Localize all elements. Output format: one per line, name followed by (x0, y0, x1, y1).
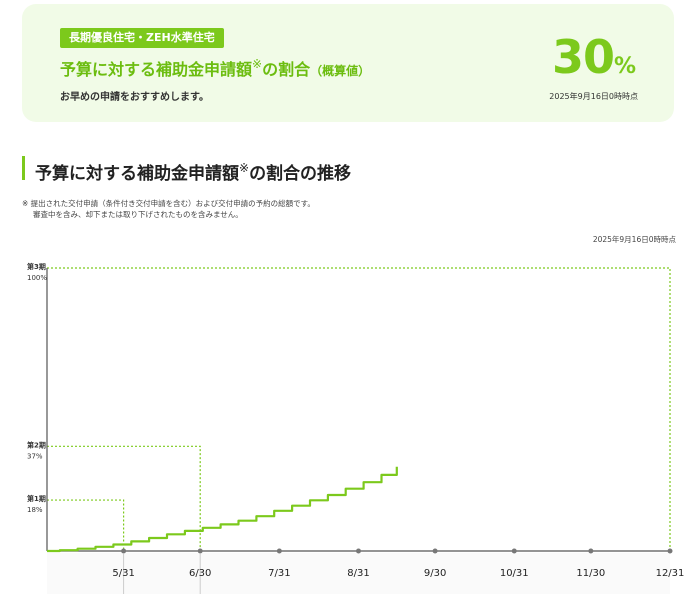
phase-percent-1: 18% (27, 506, 43, 514)
phase-percent-3: 100% (27, 274, 47, 282)
x-tick-label-7: 11/30 (576, 568, 605, 579)
x-tick-dot-3 (276, 548, 282, 554)
phase-label-3: 第3期 (27, 262, 46, 271)
x-tick-dot-1 (121, 548, 127, 554)
phase-label-2: 第2期 (27, 440, 46, 449)
x-tick-dot-2 (197, 548, 203, 554)
x-tick-dot-7 (588, 548, 594, 554)
series-line-1 (47, 466, 398, 553)
x-tick-label-3: 7/31 (268, 568, 290, 579)
phase-boundary-3 (47, 267, 671, 551)
phase-percent-2: 37% (27, 452, 43, 460)
x-tick-dot-5 (432, 548, 438, 554)
phase-boundary-1 (47, 499, 125, 551)
x-tick-label-2: 6/30 (189, 568, 211, 579)
x-tick-label-6: 10/31 (500, 568, 529, 579)
x-tick-label-5: 9/30 (424, 568, 446, 579)
phase-label-1: 第1期 (27, 494, 46, 503)
x-tick-dot-6 (511, 548, 517, 554)
x-tick-dot-8 (667, 548, 673, 554)
progress-chart: 第1期 18% 第2期 37% 第3期 100% 5/31 6/30 7/31 8/31 9/30 1… (27, 262, 685, 594)
x-tick-label-8: 12/31 (656, 568, 685, 579)
x-tick-label-1: 5/31 (112, 568, 134, 579)
x-tick-dot-4 (356, 548, 361, 554)
x-tick-label-4: 8/31 (347, 568, 369, 579)
